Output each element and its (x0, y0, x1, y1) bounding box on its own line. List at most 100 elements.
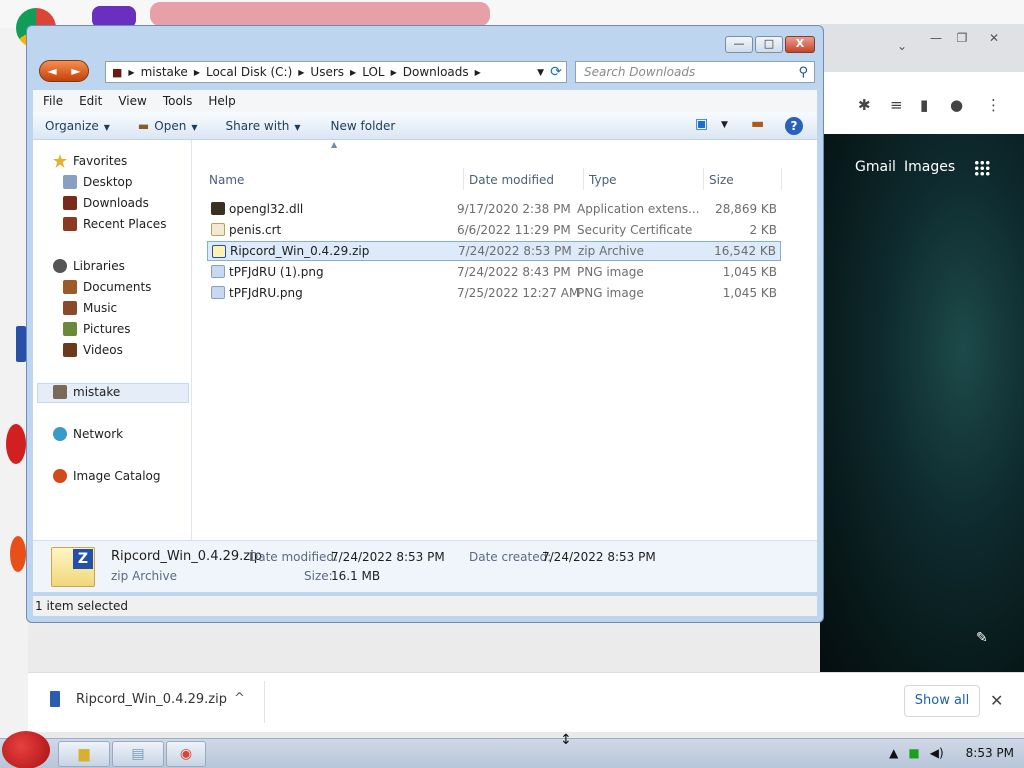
column-divider[interactable] (463, 168, 464, 190)
file-row[interactable]: tPFJdRU.png 7/25/2022 12:27 AM PNG image… (207, 283, 781, 303)
chrome-taskbar-button[interactable]: ◉ (166, 741, 206, 767)
command-bar: Organize ▼ ▬ Open ▼ Share with ▼ New folder … (33, 112, 817, 140)
breadcrumb-lol[interactable]: LOL (362, 65, 384, 79)
organize-button[interactable]: Organize ▼ (45, 119, 110, 133)
notepad-taskbar-button[interactable]: ▤ (112, 741, 164, 767)
menu-help[interactable]: Help (208, 94, 235, 108)
file-row[interactable]: tPFJdRU (1).png 7/24/2022 8:43 PM PNG im… (207, 262, 781, 282)
nav-downloads[interactable]: Downloads (63, 196, 149, 210)
battery-icon[interactable]: ■ (908, 746, 919, 760)
profile-icon[interactable]: ● (950, 96, 963, 114)
share-with-button[interactable]: Share with ▼ (225, 119, 300, 133)
file-row[interactable]: penis.crt 6/6/2022 11:29 PM Security Cer… (207, 220, 781, 240)
maximize-button[interactable]: □ (755, 36, 783, 53)
breadcrumb-mistake[interactable]: mistake (141, 65, 188, 79)
nav-pictures[interactable]: Pictures (63, 322, 131, 336)
column-header-size[interactable]: Size (709, 173, 734, 187)
nav-mistake-label: mistake (73, 385, 121, 399)
menu-file[interactable]: File (43, 94, 63, 108)
start-button[interactable] (2, 731, 50, 768)
nav-documents[interactable]: Documents (63, 280, 151, 294)
chrome-close-button[interactable]: ✕ (982, 30, 1006, 46)
refresh-icon[interactable]: ⟳ (545, 63, 567, 82)
orange-desktop-icon[interactable] (10, 536, 26, 572)
explorer-taskbar-button[interactable]: ▆ (58, 741, 110, 767)
apps-grid-icon[interactable] (974, 160, 990, 176)
nav-libraries[interactable]: Libraries (53, 259, 125, 273)
column-divider[interactable] (781, 168, 782, 190)
close-icon[interactable]: ✕ (990, 691, 1003, 710)
chrome-titlebar: ⌄ — ❐ ✕ (820, 24, 1024, 72)
chrome-menu-icon[interactable]: ⋮ (986, 96, 1001, 114)
minimize-button[interactable]: — (725, 36, 753, 53)
chrome-minimize-button[interactable]: — (924, 30, 948, 46)
side-panel-icon[interactable]: ▮ (920, 96, 928, 114)
back-button[interactable]: ◄ (40, 61, 64, 81)
view-options-icon[interactable]: ▣ (695, 116, 708, 132)
sort-indicator-icon: ▲ (331, 140, 338, 149)
images-link[interactable]: Images (904, 159, 955, 175)
certificate-file-icon (211, 223, 225, 236)
nav-image-catalog[interactable]: Image Catalog (53, 469, 160, 483)
nav-videos[interactable]: Videos (63, 343, 123, 357)
open-button[interactable]: ▬ Open ▼ (138, 119, 198, 133)
nav-music[interactable]: Music (63, 301, 117, 315)
file-date: 7/24/2022 8:53 PM (458, 244, 572, 258)
details-filename-text: Ripcord_Win_0.4.29.zip (111, 549, 262, 564)
column-header-type[interactable]: Type (589, 173, 617, 187)
column-header-name[interactable]: Name (209, 173, 244, 187)
game-desktop-icon[interactable] (150, 2, 490, 26)
download-item[interactable]: Ripcord_Win_0.4.29.zip (50, 691, 227, 707)
nav-favorites[interactable]: Favorites (53, 154, 127, 168)
status-bar: 1 item selected (33, 596, 817, 616)
nav-desktop[interactable]: Desktop (63, 175, 133, 189)
help-icon[interactable]: ? (785, 117, 803, 135)
nav-recent-places[interactable]: Recent Places (63, 217, 166, 231)
file-name: opengl32.dll (229, 202, 304, 216)
breadcrumb-downloads[interactable]: Downloads (403, 65, 469, 79)
menu-tools[interactable]: Tools (163, 94, 193, 108)
nav-network[interactable]: Network (53, 427, 123, 441)
tray-expand-icon[interactable]: ▲ (889, 746, 898, 760)
column-divider[interactable] (583, 168, 584, 190)
navigation-pane: Favorites Desktop Downloads Recent Place… (33, 140, 192, 540)
chrome-maximize-button[interactable]: ❐ (950, 30, 974, 46)
column-divider[interactable] (703, 168, 704, 190)
clock[interactable]: 8:53 PM (966, 746, 1014, 760)
chrome-icon: ◉ (179, 746, 193, 762)
reading-list-icon[interactable]: ≡ (890, 96, 903, 114)
file-row[interactable]: opengl32.dll 9/17/2020 2:38 PM Applicati… (207, 199, 781, 219)
view-dropdown-icon[interactable]: ▼ (721, 120, 728, 130)
address-dropdown-icon[interactable]: ▼ (537, 68, 544, 78)
close-button[interactable]: X (785, 36, 815, 53)
breadcrumb-users[interactable]: Users (310, 65, 344, 79)
nav-recent-label: Recent Places (83, 217, 167, 231)
search-icon[interactable]: ⚲ (798, 63, 808, 83)
nav-mistake[interactable]: mistake (53, 385, 120, 399)
forward-button[interactable]: ► (64, 61, 88, 81)
volume-icon[interactable]: ◀) (930, 746, 944, 760)
menu-view[interactable]: View (118, 94, 146, 108)
search-input[interactable]: Search Downloads ⚲ (575, 61, 815, 83)
blue-desktop-icon[interactable] (16, 326, 26, 362)
extensions-icon[interactable]: ✱ (858, 96, 871, 114)
menu-edit[interactable]: Edit (79, 94, 102, 108)
edit-pencil-icon[interactable]: ✎ (976, 630, 988, 646)
nav-favorites-label: Favorites (73, 154, 128, 168)
preview-pane-icon[interactable]: ▬ (751, 116, 764, 132)
chrome-content (820, 134, 1024, 672)
new-folder-button[interactable]: New folder (331, 119, 396, 133)
file-type: Application extens... (577, 202, 700, 216)
chevron-up-icon[interactable]: ^ (234, 691, 245, 706)
details-date-created: 7/24/2022 8:53 PM (542, 550, 656, 564)
file-row-selected[interactable]: Ripcord_Win_0.4.29.zip 7/24/2022 8:53 PM… (207, 241, 781, 261)
column-header-date[interactable]: Date modified (469, 173, 554, 187)
chrome-chevron-icon[interactable]: ⌄ (890, 38, 914, 54)
window-controls: — □ X (725, 36, 815, 53)
address-bar[interactable]: ■ ▶ mistake ▶ Local Disk (C:) ▶ Users ▶ … (105, 61, 567, 83)
breadcrumb-local-disk[interactable]: Local Disk (C:) (206, 65, 292, 79)
red-desktop-icon[interactable] (6, 424, 26, 464)
gmail-link[interactable]: Gmail (855, 159, 896, 175)
show-all-button[interactable]: Show all (904, 685, 980, 717)
zip-download-icon (50, 691, 60, 707)
